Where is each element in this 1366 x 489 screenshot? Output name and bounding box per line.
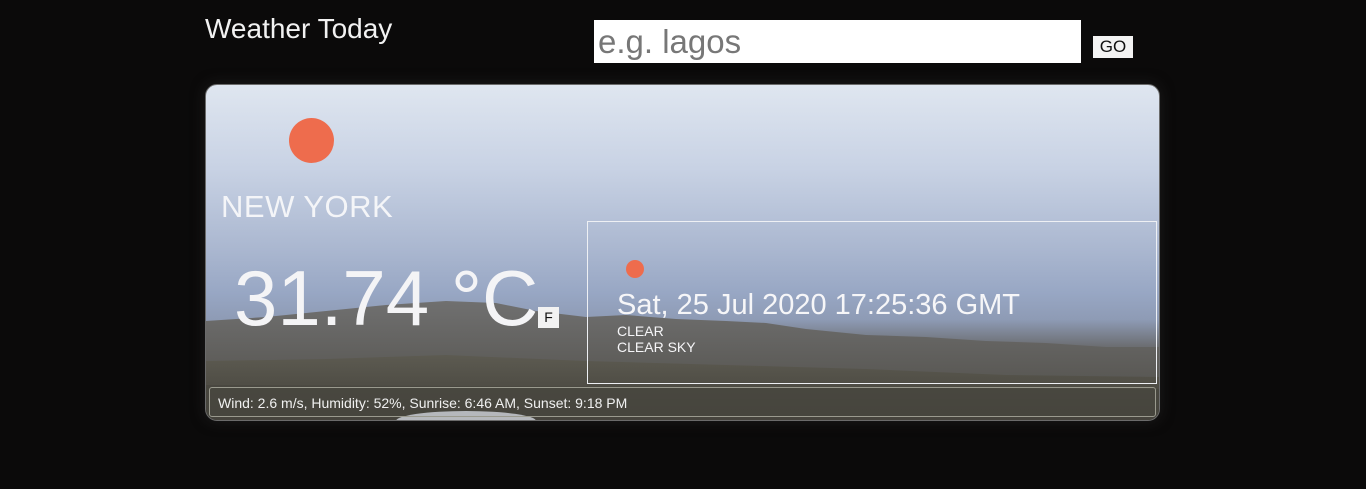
city-search-input[interactable] xyxy=(594,20,1081,63)
go-button[interactable]: GO xyxy=(1093,36,1133,58)
weather-details-panel: Sat, 25 Jul 2020 17:25:36 GMT CLEAR CLEA… xyxy=(587,221,1157,384)
weather-condition: CLEAR xyxy=(617,323,664,339)
unit-toggle-button[interactable]: F xyxy=(538,307,559,328)
date-time: Sat, 25 Jul 2020 17:25:36 GMT xyxy=(617,289,1021,321)
weather-condition-description: CLEAR SKY xyxy=(617,339,696,355)
temperature-value: 31.74 °C xyxy=(234,254,539,342)
weather-app: Weather Today GO NEW YORK 31.74 °C F xyxy=(0,0,1366,489)
city-name: NEW YORK xyxy=(221,189,394,224)
weather-stats-bar: Wind: 2.6 m/s, Humidity: 52%, Sunrise: 6… xyxy=(209,387,1156,417)
weather-stats-text: Wind: 2.6 m/s, Humidity: 52%, Sunrise: 6… xyxy=(218,395,628,411)
app-title: Weather Today xyxy=(205,13,393,44)
sun-icon xyxy=(289,118,334,163)
sun-icon xyxy=(626,260,644,278)
weather-card: NEW YORK 31.74 °C F Sat, 25 Jul 2020 17:… xyxy=(205,84,1160,421)
